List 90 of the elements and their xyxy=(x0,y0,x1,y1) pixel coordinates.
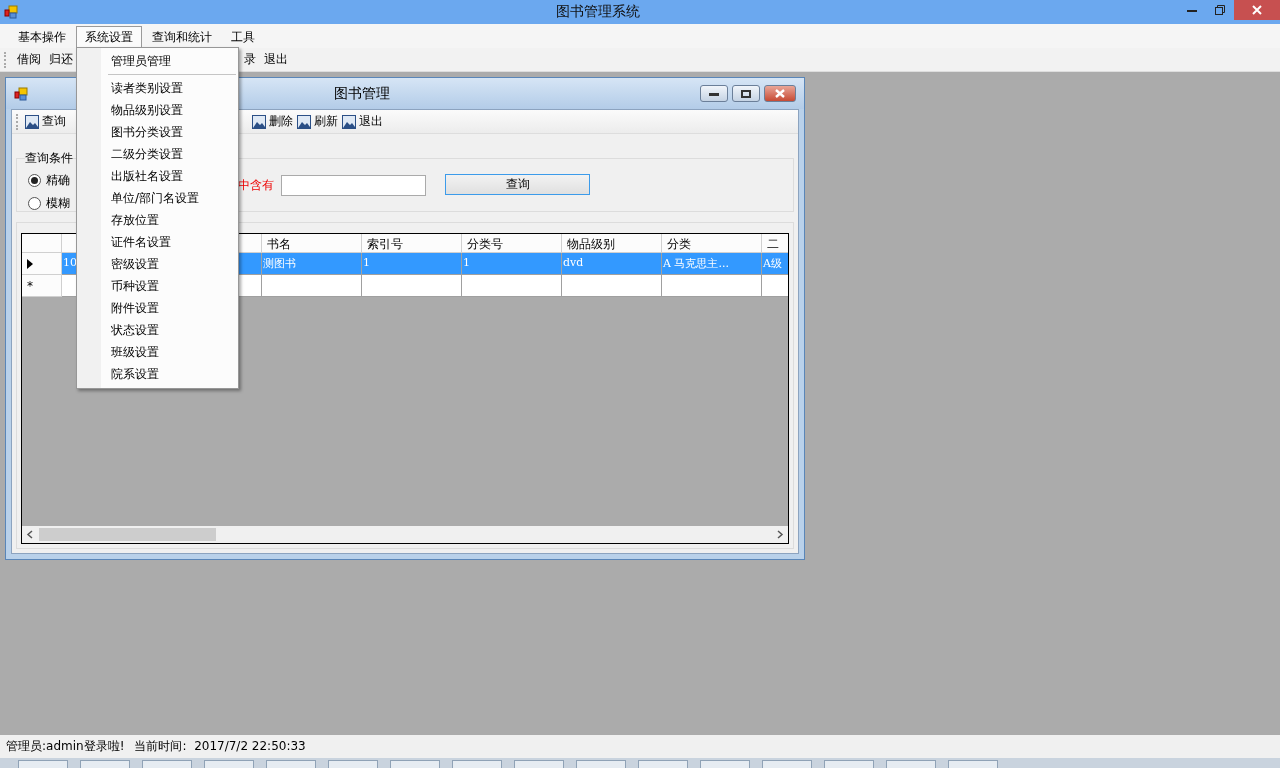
taskbar-icon[interactable] xyxy=(576,760,626,768)
close-icon xyxy=(775,89,785,98)
column-header[interactable]: 二 xyxy=(762,234,788,253)
menu-entry[interactable]: 图书分类设置 xyxy=(77,121,238,143)
taskbar-icon[interactable] xyxy=(762,760,812,768)
status-text: 管理员:admin登录啦! xyxy=(6,738,125,755)
toolbar-button[interactable]: 归还 xyxy=(47,51,75,68)
menu-item[interactable]: 查询和统计 xyxy=(143,26,221,48)
menu-entry[interactable]: 二级分类设置 xyxy=(77,143,238,165)
picture-icon xyxy=(342,114,356,129)
menu-entry[interactable]: 存放位置 xyxy=(77,209,238,231)
taskbar-icon[interactable] xyxy=(266,760,316,768)
close-button[interactable] xyxy=(764,85,796,102)
toolbar-button[interactable]: 退出 xyxy=(340,113,385,130)
taskbar-icon[interactable] xyxy=(18,760,68,768)
menu-entry[interactable]: 物品级别设置 xyxy=(77,99,238,121)
taskbar-icon[interactable] xyxy=(204,760,254,768)
menu-entry[interactable]: 单位/部门名设置 xyxy=(77,187,238,209)
toolbar-button[interactable]: 删除 xyxy=(250,113,295,130)
table-cell: 1 xyxy=(362,253,462,275)
menu-entry[interactable]: 密级设置 xyxy=(77,253,238,275)
table-cell: A级 xyxy=(762,253,788,275)
menu-entry[interactable]: 读者类别设置 xyxy=(77,77,238,99)
row-header[interactable] xyxy=(22,253,62,275)
radio-option[interactable]: 模糊 xyxy=(28,195,70,212)
column-header[interactable]: 索引号 xyxy=(362,234,462,253)
search-field[interactable] xyxy=(281,175,426,196)
horizontal-scrollbar[interactable] xyxy=(22,526,788,543)
taskbar-icon[interactable] xyxy=(886,760,936,768)
taskbar-icon[interactable] xyxy=(824,760,874,768)
table-cell: A 马克思主... xyxy=(662,253,762,275)
scrollbar-thumb[interactable] xyxy=(39,528,216,541)
radio-label: 精确 xyxy=(46,172,70,189)
taskbar-icon[interactable] xyxy=(514,760,564,768)
new-row-marker: * xyxy=(27,278,33,293)
condition-label: 中含有 xyxy=(238,177,274,194)
menu-item[interactable]: 工具 xyxy=(222,26,264,48)
group-title: 查询条件 xyxy=(25,150,73,167)
minimize-icon xyxy=(709,91,719,96)
app-icon xyxy=(14,86,28,101)
menu-entry[interactable]: 管理员管理 xyxy=(77,50,238,72)
menu-entry[interactable]: 币种设置 xyxy=(77,275,238,297)
picture-icon xyxy=(252,114,266,129)
minimize-icon xyxy=(1187,8,1197,12)
taskbar-icon[interactable] xyxy=(700,760,750,768)
taskbar-icon[interactable] xyxy=(638,760,688,768)
menu-entry[interactable]: 出版社名设置 xyxy=(77,165,238,187)
close-button[interactable] xyxy=(1234,0,1280,20)
taskbar-icon[interactable] xyxy=(80,760,130,768)
toolbar-button[interactable]: 刷新 xyxy=(295,113,340,130)
taskbar-icon[interactable] xyxy=(452,760,502,768)
search-button[interactable]: 查询 xyxy=(445,174,590,195)
restore-icon xyxy=(1215,5,1225,15)
menu-item[interactable]: 系统设置 xyxy=(76,26,142,48)
status-text: 当前时间: 2017/7/2 22:50:33 xyxy=(134,738,306,755)
toolbar-button[interactable]: 借阅 xyxy=(15,51,43,68)
menu-entry[interactable]: 状态设置 xyxy=(77,319,238,341)
radio-label: 模糊 xyxy=(46,195,70,212)
table-cell: 1 xyxy=(462,253,562,275)
column-header[interactable]: 书名 xyxy=(262,234,362,253)
radio-option[interactable]: 精确 xyxy=(28,172,70,189)
taskbar-icon[interactable] xyxy=(328,760,378,768)
toolbar-button[interactable]: 查询 xyxy=(23,113,68,130)
menu-entry[interactable]: 证件名设置 xyxy=(77,231,238,253)
toolbar-button[interactable]: 退出 xyxy=(262,51,290,68)
taskbar-icon[interactable] xyxy=(142,760,192,768)
radio-button[interactable] xyxy=(28,174,41,187)
column-header[interactable]: 物品级别 xyxy=(562,234,662,253)
menu-entry[interactable]: 附件设置 xyxy=(77,297,238,319)
app-icon xyxy=(4,5,18,19)
table-cell: 测图书 xyxy=(262,253,362,275)
taskbar-icon[interactable] xyxy=(390,760,440,768)
close-icon xyxy=(1252,5,1262,15)
child-window-title: 图书管理 xyxy=(334,84,390,103)
table-cell: dvd xyxy=(562,253,662,275)
menu-item[interactable]: 基本操作 xyxy=(9,26,75,48)
picture-icon xyxy=(297,114,311,129)
window-title: 图书管理系统 xyxy=(555,3,641,21)
maximize-icon xyxy=(741,89,751,98)
minimize-button[interactable] xyxy=(700,85,728,102)
menu-entry[interactable]: 班级设置 xyxy=(77,341,238,363)
toolbar-button[interactable]: 录 xyxy=(242,51,258,68)
radio-button[interactable] xyxy=(28,197,41,210)
maximize-button[interactable] xyxy=(732,85,760,102)
picture-icon xyxy=(25,114,39,129)
column-header[interactable]: 分类 xyxy=(662,234,762,253)
taskbar-icon[interactable] xyxy=(948,760,998,768)
menu-entry[interactable]: 院系设置 xyxy=(77,363,238,385)
row-header[interactable]: * xyxy=(22,275,62,297)
column-header[interactable]: 分类号 xyxy=(462,234,562,253)
